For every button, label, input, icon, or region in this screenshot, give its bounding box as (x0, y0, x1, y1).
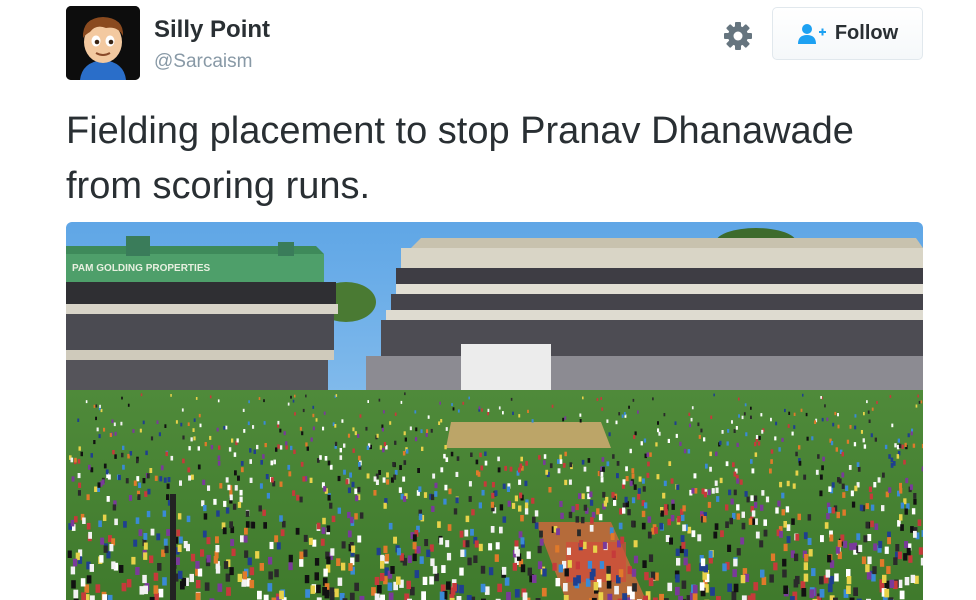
tweet-text: Fielding placement to stop Pranav Dhanaw… (66, 110, 854, 207)
author-handle[interactable]: @Sarcaism (154, 50, 252, 74)
gear-icon (724, 22, 752, 50)
stand-signage: PAM GOLDING PROPERTIES (72, 263, 210, 274)
follow-label: Follow (834, 22, 899, 44)
author-name[interactable]: Silly Point (154, 16, 270, 44)
settings-button[interactable] (720, 18, 756, 54)
add-user-icon (797, 23, 826, 44)
stadium-crowd-photo: PAM GOLDING PROPERTIES (66, 222, 923, 600)
tweet-photo[interactable]: PAM GOLDING PROPERTIES (66, 222, 923, 600)
cartoon-avatar-icon (66, 6, 140, 80)
follow-button[interactable]: Follow (772, 7, 923, 60)
author-avatar[interactable] (66, 6, 140, 80)
